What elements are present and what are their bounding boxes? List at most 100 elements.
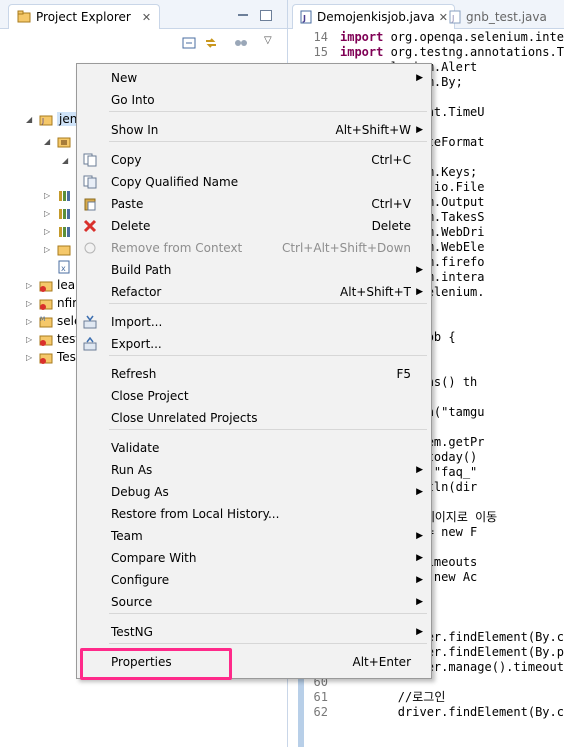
package-folder-icon xyxy=(57,137,71,148)
menu-item-label: Team xyxy=(111,529,143,543)
menu-item-shortcut: Alt+Shift+T xyxy=(340,285,411,299)
tree-item-project-tes[interactable]: ▷ Tes xyxy=(26,348,76,366)
library-icon xyxy=(59,227,70,237)
menu-item-validate[interactable]: Validate xyxy=(77,437,431,459)
tree-item-project-lear[interactable]: ▷ lear xyxy=(26,276,80,294)
editor-tab-gnb-test[interactable]: J gnb_test.java xyxy=(448,6,547,28)
menu-item-copy[interactable]: Copy Ctrl+C xyxy=(77,149,431,171)
editor-tabbar: J Demojenkisjob.java ✕ J gnb_test.java xyxy=(288,0,564,29)
code-text: import org.openqa.selenium.inter xyxy=(340,30,564,44)
tree-item-package[interactable]: ◢ xyxy=(62,151,71,169)
copy-qualified-name-icon xyxy=(83,175,97,189)
menu-item-export[interactable]: Export... xyxy=(77,333,431,355)
project-explorer-tabbar: Project Explorer ✕ xyxy=(0,0,287,29)
menu-item-refresh[interactable]: Refresh F5 xyxy=(77,363,431,385)
expanded-icon[interactable]: ◢ xyxy=(26,115,35,124)
menu-item-source[interactable]: Source ▶ xyxy=(77,591,431,613)
submenu-arrow-icon: ▶ xyxy=(416,531,423,541)
collapsed-icon[interactable]: ▷ xyxy=(44,245,53,254)
menu-item-paste[interactable]: Paste Ctrl+V xyxy=(77,193,431,215)
line-number: 62 xyxy=(313,705,328,719)
maximize-icon[interactable] xyxy=(260,10,272,21)
collapsed-icon[interactable]: ▷ xyxy=(26,335,35,344)
submenu-arrow-icon: ▶ xyxy=(416,125,423,135)
view-menu-icon[interactable]: ▽ xyxy=(264,35,272,46)
menu-item-team[interactable]: Team ▶ xyxy=(77,525,431,547)
tree-item-src[interactable]: ◢ xyxy=(44,132,71,150)
filter-icon[interactable] xyxy=(234,37,248,49)
maven-project-icon: M xyxy=(39,316,53,328)
collapse-all-icon[interactable] xyxy=(182,37,196,49)
submenu-arrow-icon: ▶ xyxy=(416,73,423,83)
editor-tab-demojenkisjob[interactable]: J Demojenkisjob.java ✕ xyxy=(292,4,455,29)
context-menu: New ▶ Go Into Show In Alt+Shift+W ▶ Copy Ctrl+C… xyxy=(76,63,432,679)
submenu-arrow-icon: ▶ xyxy=(416,575,423,585)
menu-separator xyxy=(109,643,427,644)
submenu-arrow-icon: ▶ xyxy=(416,287,423,297)
explorer-toolbar: ▽ xyxy=(0,29,287,55)
collapsed-icon[interactable]: ▷ xyxy=(26,317,35,326)
collapsed-icon[interactable]: ▷ xyxy=(44,209,53,218)
menu-separator xyxy=(109,429,427,430)
menu-item-shortcut: F5 xyxy=(396,367,411,381)
menu-item-refactor[interactable]: Refactor Alt+Shift+T ▶ xyxy=(77,281,431,303)
collapsed-icon[interactable]: ▷ xyxy=(44,227,53,236)
menu-item-label: Export... xyxy=(111,337,162,351)
code-text: driver.findElement(By.cl xyxy=(340,705,564,719)
menu-separator xyxy=(109,141,427,142)
collapsed-icon[interactable]: ▷ xyxy=(44,191,53,200)
menu-item-label: Configure xyxy=(111,573,170,587)
submenu-arrow-icon: ▶ xyxy=(416,597,423,607)
collapsed-icon[interactable]: ▷ xyxy=(26,353,35,362)
collapsed-icon[interactable]: ▷ xyxy=(26,281,35,290)
menu-item-restore-from-local-history[interactable]: Restore from Local History... xyxy=(77,503,431,525)
menu-item-testng[interactable]: TestNG ▶ xyxy=(77,621,431,643)
menu-item-debug-as[interactable]: Debug As ▶ xyxy=(77,481,431,503)
tree-item-library-3[interactable]: ▷ xyxy=(44,222,71,240)
tree-item-project-nfir[interactable]: ▷ nfir xyxy=(26,294,77,312)
expanded-icon[interactable]: ◢ xyxy=(44,137,53,146)
tree-item-library-1[interactable]: ▷ xyxy=(44,186,71,204)
menu-item-label: Run As xyxy=(111,463,153,477)
tree-item-folder[interactable]: ▷ xyxy=(44,240,71,258)
tree-item-project-test[interactable]: ▷ test xyxy=(26,330,80,348)
svg-text:J: J xyxy=(302,14,306,23)
menu-item-label: Show In xyxy=(111,123,159,137)
menu-item-go-into[interactable]: Go Into xyxy=(77,89,431,111)
menu-item-import[interactable]: Import... xyxy=(77,311,431,333)
menu-item-remove-from-context[interactable]: Remove from Context Ctrl+Alt+Shift+Down xyxy=(77,237,431,259)
copy-icon xyxy=(83,153,97,167)
collapsed-icon[interactable]: ▷ xyxy=(26,299,35,308)
menu-item-label: Delete xyxy=(111,219,151,233)
menu-item-show-in[interactable]: Show In Alt+Shift+W ▶ xyxy=(77,119,431,141)
menu-item-compare-with[interactable]: Compare With ▶ xyxy=(77,547,431,569)
menu-item-shortcut: Alt+Enter xyxy=(352,655,411,669)
menu-item-run-as[interactable]: Run As ▶ xyxy=(77,459,431,481)
svg-text:J: J xyxy=(41,117,44,125)
menu-item-shortcut: Alt+Shift+W xyxy=(335,123,412,137)
editor-tab-label: gnb_test.java xyxy=(466,10,547,24)
close-icon[interactable]: ✕ xyxy=(142,11,151,24)
close-icon[interactable]: ✕ xyxy=(439,11,448,24)
submenu-arrow-icon: ▶ xyxy=(416,265,423,275)
menu-item-label: Validate xyxy=(111,441,160,455)
menu-item-label: Copy xyxy=(111,153,142,167)
tree-item-library-2[interactable]: ▷ xyxy=(44,204,71,222)
expanded-icon[interactable]: ◢ xyxy=(62,156,71,165)
menu-item-configure[interactable]: Configure ▶ xyxy=(77,569,431,591)
menu-item-shortcut: Ctrl+Alt+Shift+Down xyxy=(281,241,411,255)
menu-item-close-project[interactable]: Close Project xyxy=(77,385,431,407)
code-text: //로그인 xyxy=(340,690,446,704)
menu-item-delete[interactable]: Delete Delete xyxy=(77,215,431,237)
project-explorer-tab[interactable]: Project Explorer ✕ xyxy=(8,4,161,29)
menu-item-new[interactable]: New ▶ xyxy=(77,67,431,89)
tree-item-xml[interactable]: x xyxy=(57,258,71,276)
menu-item-label: Debug As xyxy=(111,485,169,499)
menu-item-copy-qualified-name[interactable]: Copy Qualified Name xyxy=(77,171,431,193)
menu-item-build-path[interactable]: Build Path ▶ xyxy=(77,259,431,281)
menu-item-close-unrelated-projects[interactable]: Close Unrelated Projects xyxy=(77,407,431,429)
library-icon xyxy=(59,191,70,201)
minimize-icon[interactable] xyxy=(238,10,248,19)
tree-item-project-sele[interactable]: ▷ M sele xyxy=(26,312,81,330)
link-with-editor-icon[interactable] xyxy=(204,36,218,50)
